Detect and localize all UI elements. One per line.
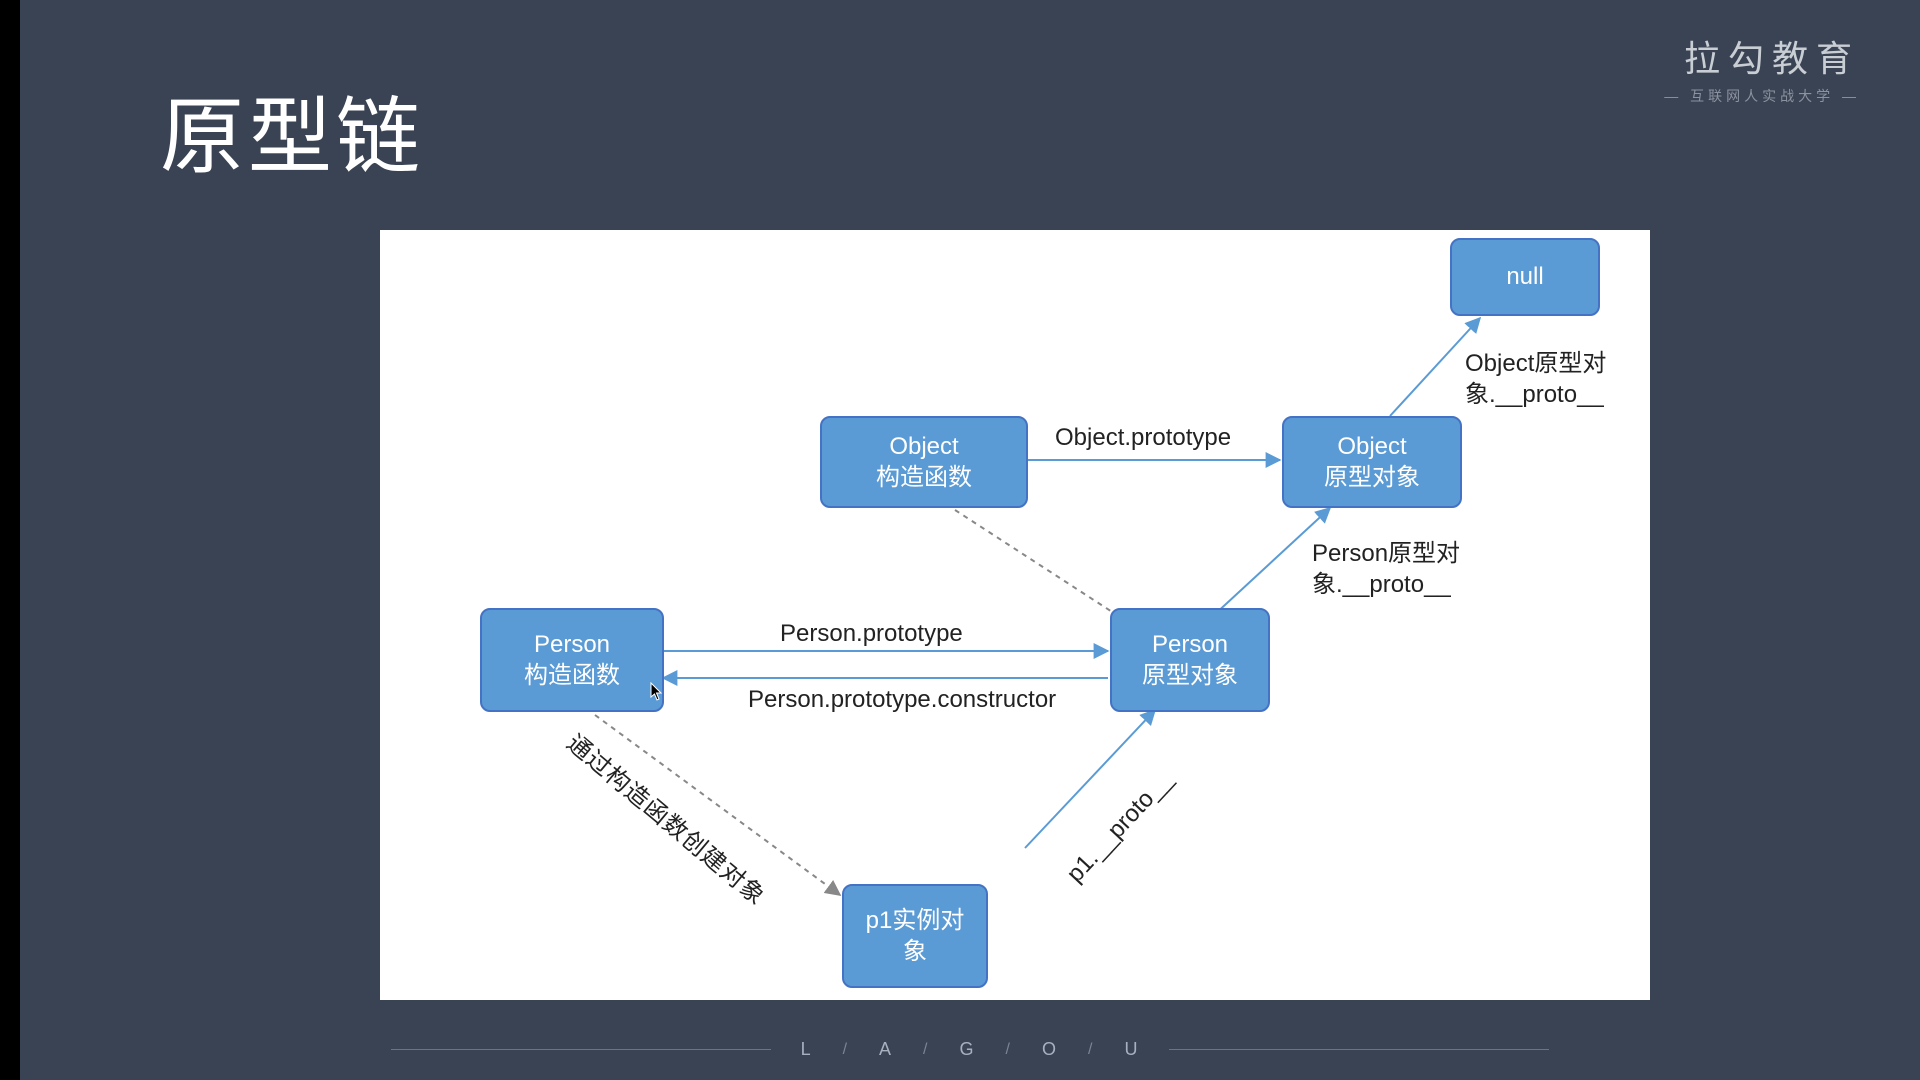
edge-p1-proto: p1.__proto__: [1060, 765, 1179, 890]
footer-letter: L: [801, 1039, 813, 1060]
edge-person-prototype-constructor: Person.prototype.constructor: [748, 684, 1056, 715]
node-person-ctor-line1: Person: [534, 629, 610, 660]
edge-person-prototype: Person.prototype: [780, 618, 963, 649]
footer-line-right: [1169, 1049, 1549, 1050]
node-object-constructor: Object 构造函数: [820, 416, 1028, 508]
footer-letter: G: [960, 1039, 976, 1060]
footer-slash: /: [923, 1041, 929, 1059]
brand-sub: — 互联网人实战大学 —: [1664, 86, 1860, 106]
footer-letter: O: [1042, 1039, 1058, 1060]
node-person-proto-line2: 原型对象: [1142, 660, 1238, 691]
brand-logo: 拉勾教育 — 互联网人实战大学 —: [1664, 30, 1860, 106]
node-p1-line2: 象: [903, 936, 927, 967]
node-p1-line1: p1实例对: [866, 905, 965, 936]
node-object-ctor-line2: 构造函数: [876, 462, 972, 493]
node-null: null: [1450, 238, 1600, 316]
footer-line-left: [391, 1049, 771, 1050]
footer: L / A / G / O / U: [20, 1039, 1920, 1060]
node-object-prototype: Object 原型对象: [1282, 416, 1462, 508]
node-person-ctor-line2: 构造函数: [524, 660, 620, 691]
footer-slash: /: [1088, 1041, 1094, 1059]
cursor-pointer-icon: [650, 682, 664, 702]
edge-person-proto-proto-l2: 象.__proto__: [1312, 569, 1482, 600]
node-person-proto-line1: Person: [1152, 629, 1228, 660]
brand-main: 拉勾教育: [1664, 30, 1860, 82]
footer-slash: /: [843, 1041, 849, 1059]
node-null-label: null: [1506, 261, 1543, 292]
edge-object-proto-proto-l1: Object原型对: [1465, 348, 1635, 379]
node-person-prototype: Person 原型对象: [1110, 608, 1270, 712]
prototype-chain-diagram: null Object 构造函数 Object 原型对象 Person 构造函数…: [380, 230, 1650, 1000]
node-person-constructor: Person 构造函数: [480, 608, 664, 712]
node-object-proto-line1: Object: [1337, 431, 1406, 462]
footer-letter: U: [1124, 1039, 1139, 1060]
page-title: 原型链: [160, 70, 424, 191]
node-object-proto-line2: 原型对象: [1324, 462, 1420, 493]
footer-slash: /: [1006, 1041, 1012, 1059]
node-object-ctor-line1: Object: [889, 431, 958, 462]
slide: 原型链 拉勾教育 — 互联网人实战大学 —: [20, 0, 1920, 1080]
node-p1-instance: p1实例对 象: [842, 884, 988, 988]
edge-object-prototype: Object.prototype: [1055, 422, 1231, 453]
edge-person-proto-proto: Person原型对 象.__proto__: [1312, 538, 1482, 600]
edge-person-proto-proto-l1: Person原型对: [1312, 538, 1482, 569]
edge-object-proto-proto: Object原型对 象.__proto__: [1465, 348, 1635, 410]
footer-letter: A: [879, 1039, 893, 1060]
edge-create-by-constructor: 通过构造函数创建对象: [560, 728, 772, 913]
edge-object-proto-proto-l2: 象.__proto__: [1465, 379, 1635, 410]
